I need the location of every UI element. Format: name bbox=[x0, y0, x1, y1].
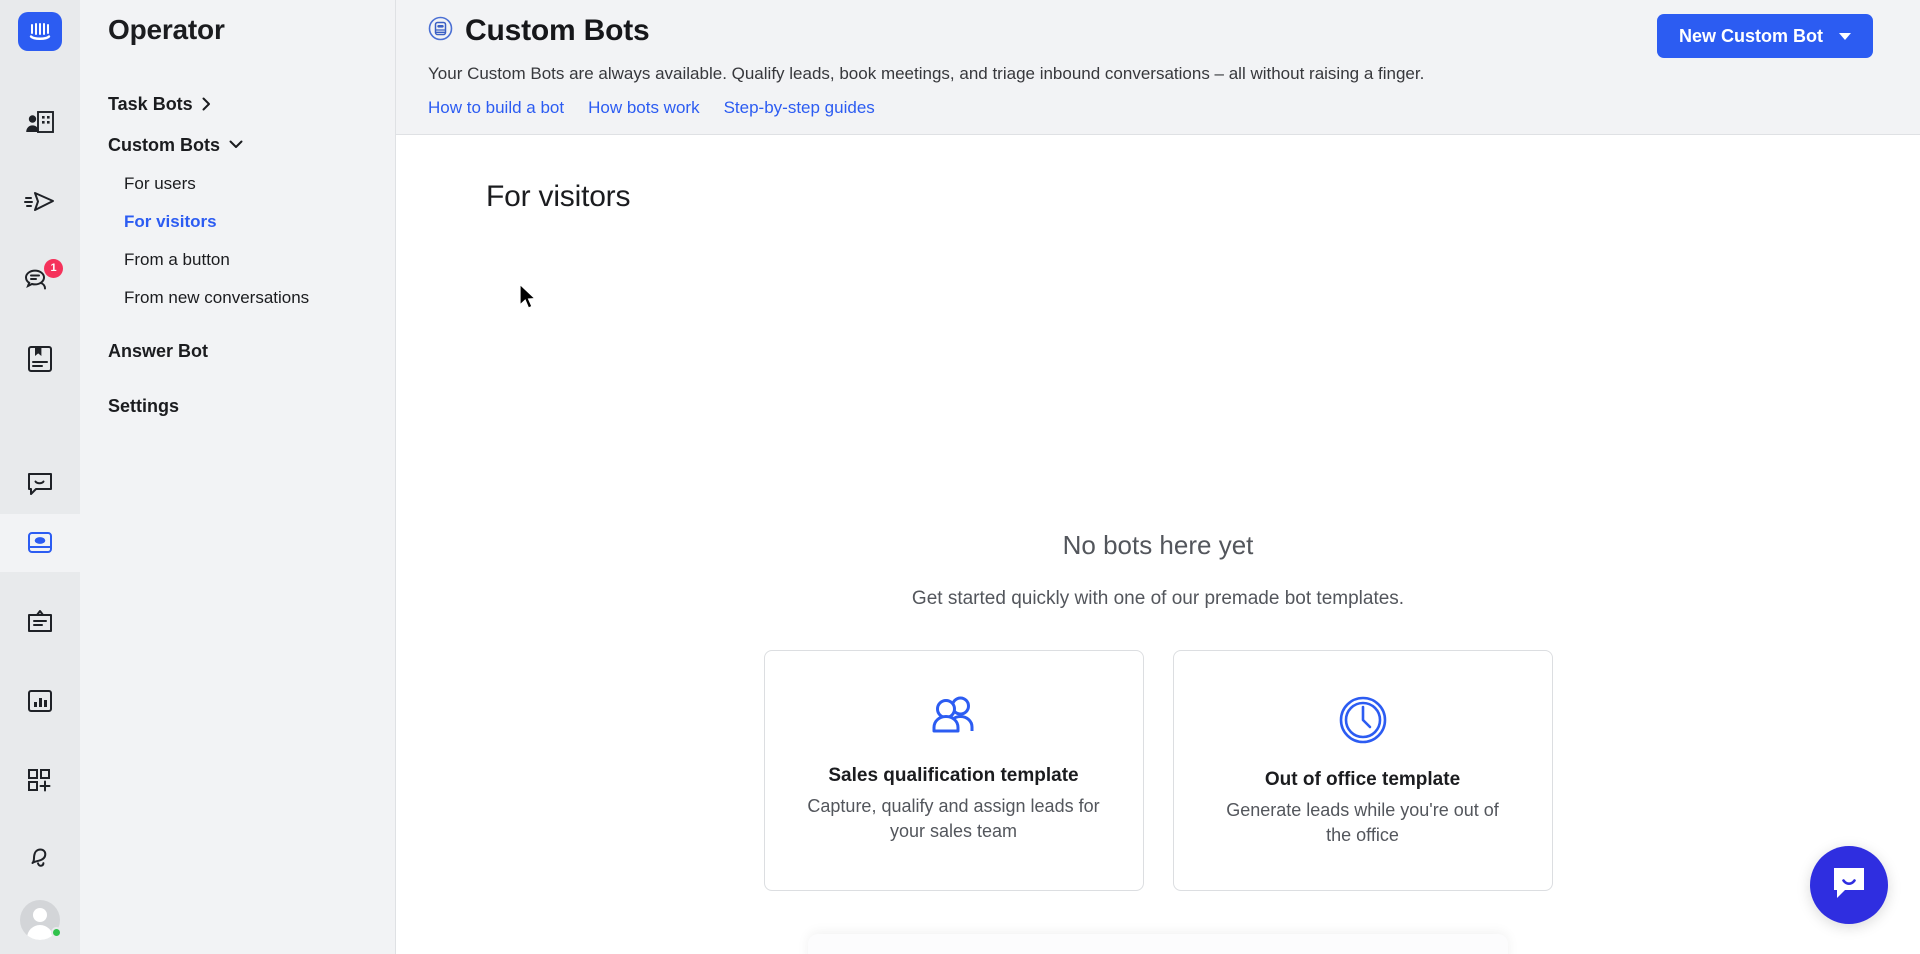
link-how-bots-work[interactable]: How bots work bbox=[588, 98, 699, 118]
sidebar-item-label: Settings bbox=[108, 395, 180, 416]
empty-state-title: No bots here yet bbox=[1062, 529, 1254, 560]
sidebar-item-for-visitors[interactable]: For visitors bbox=[80, 203, 395, 241]
sidebar-item-settings[interactable]: Settings bbox=[80, 386, 395, 427]
operator-bot-icon[interactable] bbox=[0, 513, 80, 573]
avatar-head bbox=[33, 907, 47, 922]
page-header: Custom Bots Your Custom Bots are always … bbox=[396, 0, 1920, 135]
sidebar-item-task-bots[interactable]: Task Bots bbox=[80, 84, 395, 125]
chevron-right-icon bbox=[202, 97, 211, 111]
bottom-peek-panel bbox=[808, 934, 1508, 954]
custom-bots-icon bbox=[428, 16, 453, 46]
empty-state: No bots here yet Get started quickly wit… bbox=[396, 530, 1920, 891]
secondary-sidebar: Operator Task Bots Custom Bots For users… bbox=[80, 0, 396, 954]
sidebar-item-for-users[interactable]: For users bbox=[80, 165, 395, 203]
avatar[interactable] bbox=[0, 888, 80, 952]
empty-state-subtitle: Get started quickly with one of our prem… bbox=[911, 587, 1405, 609]
template-card-description: Capture, qualify and assign leads for yo… bbox=[807, 795, 1100, 841]
template-card-description: Generate leads while you're out of the o… bbox=[1226, 799, 1499, 845]
sidebar-item-from-new-conversations[interactable]: From new conversations bbox=[80, 279, 395, 317]
content-area: For visitors No bots here yet Get starte… bbox=[396, 135, 1920, 954]
intercom-logo-icon[interactable] bbox=[18, 12, 62, 52]
new-custom-bot-button[interactable]: New Custom Bot bbox=[1657, 14, 1873, 58]
inbox-badge-count: 1 bbox=[44, 258, 63, 278]
caret-down-icon bbox=[1839, 32, 1851, 40]
messenger-icon[interactable] bbox=[0, 455, 80, 514]
apps-add-icon[interactable] bbox=[0, 750, 80, 809]
sidebar-item-label: Answer Bot bbox=[108, 341, 209, 362]
new-custom-bot-button-label: New Custom Bot bbox=[1679, 25, 1823, 46]
template-card-sales-qualification[interactable]: Sales qualification template Capture, qu… bbox=[763, 649, 1144, 891]
template-card-out-of-office[interactable]: Out of office template Generate leads wh… bbox=[1172, 649, 1553, 891]
primary-icon-rail: 1 bbox=[0, 0, 80, 954]
chevron-down-icon bbox=[229, 140, 243, 149]
page-description: Your Custom Bots are always available. Q… bbox=[428, 64, 1425, 83]
sidebar-item-from-a-button[interactable]: From a button bbox=[80, 241, 395, 279]
articles-icon[interactable] bbox=[0, 330, 80, 389]
page-title: Custom Bots bbox=[465, 14, 650, 47]
outbound-send-icon[interactable] bbox=[0, 172, 80, 231]
reports-bar-chart-icon[interactable] bbox=[0, 671, 80, 730]
sidebar-title: Operator bbox=[108, 14, 225, 45]
help-links: How to build a bot How bots work Step-by… bbox=[428, 98, 1873, 118]
two-people-icon bbox=[928, 695, 980, 746]
sidebar-item-label: Custom Bots bbox=[108, 134, 220, 155]
status-badge bbox=[51, 927, 62, 939]
avatar-body bbox=[27, 924, 53, 940]
inbox-conversations-icon[interactable]: 1 bbox=[0, 251, 80, 310]
messenger-smile-icon bbox=[1830, 865, 1868, 906]
link-how-to-build-a-bot[interactable]: How to build a bot bbox=[428, 98, 564, 118]
sidebar-item-answer-bot[interactable]: Answer Bot bbox=[80, 331, 395, 372]
contacts-icon[interactable] bbox=[0, 93, 80, 152]
bell-icon[interactable] bbox=[0, 829, 80, 888]
template-card-title: Sales qualification template bbox=[828, 764, 1079, 786]
app-root: 1 Operator Task Bots Custom Bots For use… bbox=[0, 0, 1920, 954]
template-cards: Sales qualification template Capture, qu… bbox=[763, 649, 1553, 891]
section-title: For visitors bbox=[486, 179, 631, 213]
sidebar-nav: Task Bots Custom Bots For users For visi… bbox=[80, 84, 395, 426]
sidebar-item-custom-bots[interactable]: Custom Bots bbox=[80, 125, 395, 166]
messenger-launcher-button[interactable] bbox=[1810, 846, 1888, 924]
clock-icon bbox=[1338, 695, 1388, 750]
clipboard-icon[interactable] bbox=[0, 592, 80, 651]
main-area: Custom Bots Your Custom Bots are always … bbox=[396, 0, 1920, 954]
template-card-title: Out of office template bbox=[1264, 768, 1461, 790]
link-step-by-step-guides[interactable]: Step-by-step guides bbox=[724, 98, 875, 118]
sidebar-item-label: Task Bots bbox=[108, 94, 193, 114]
